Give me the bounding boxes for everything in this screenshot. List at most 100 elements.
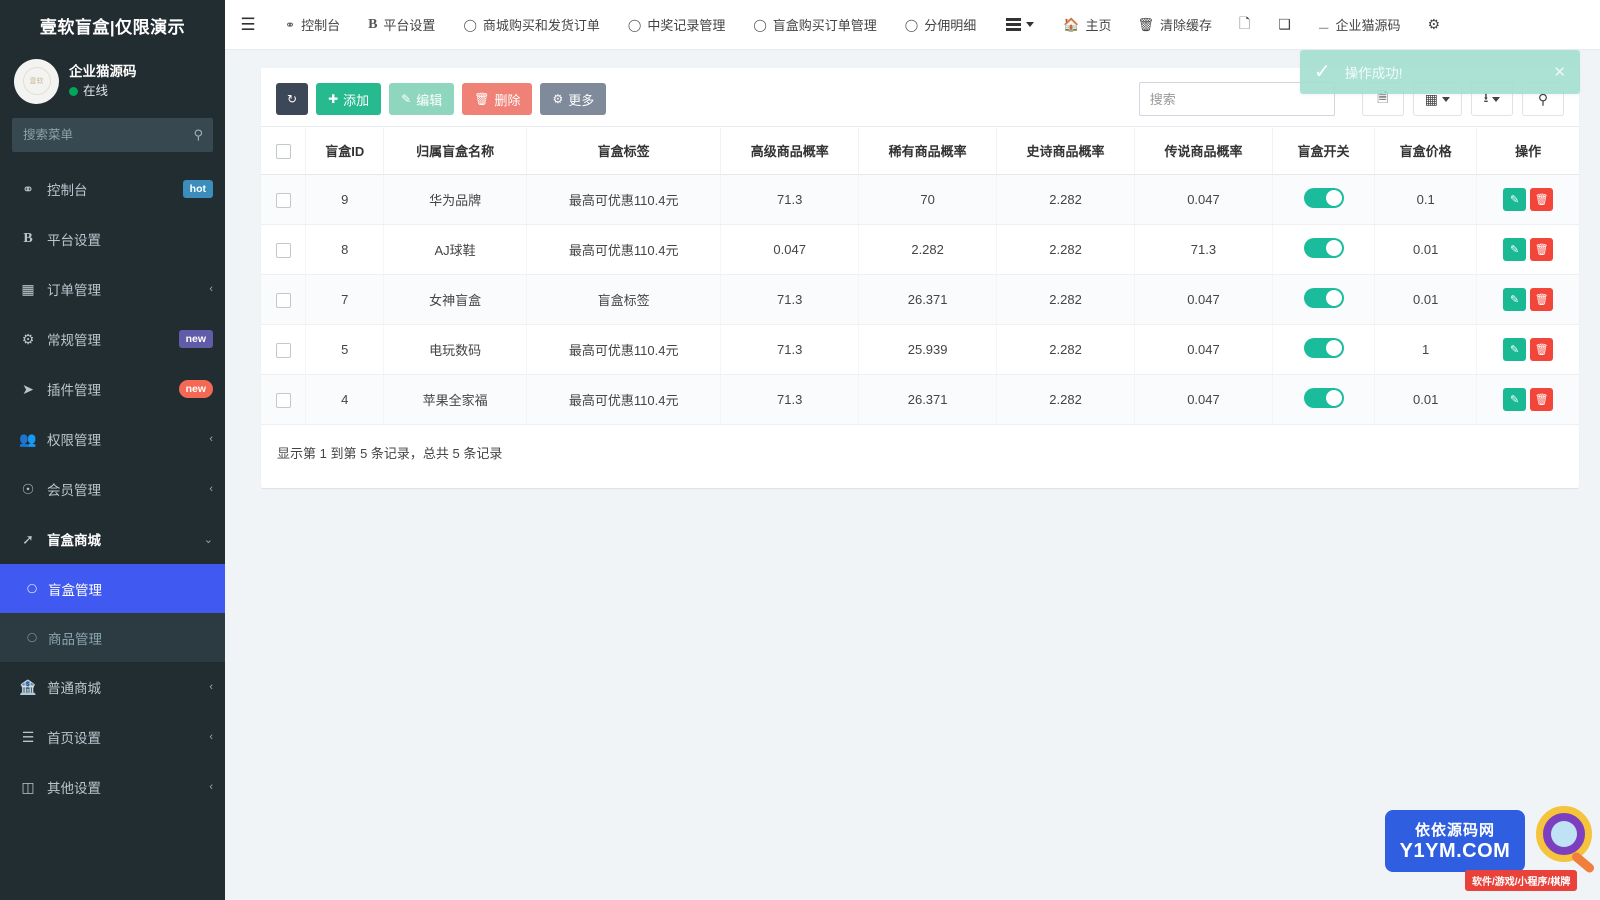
sidebar-item-label: 平台设置 (47, 233, 101, 248)
row-delete-button[interactable]: 🗑 (1530, 238, 1554, 261)
cell-select (261, 374, 307, 425)
b-icon: B (23, 231, 33, 246)
sidebar-item-blindbox-management[interactable]: ◯ 盲盒管理 (0, 564, 225, 613)
th-price[interactable]: 盲盒价格 (1374, 126, 1478, 175)
cell-actions: ✎ 🗑 (1476, 224, 1579, 275)
row-edit-button[interactable]: ✎ (1503, 288, 1527, 311)
row-delete-button[interactable]: 🗑 (1530, 388, 1554, 411)
th-tag[interactable]: 盲盒标签 (526, 126, 722, 175)
row-delete-button[interactable]: 🗑 (1530, 288, 1554, 311)
refresh-button[interactable]: ↻ (276, 83, 309, 115)
sidebar-item-homepage-settings[interactable]: ☰ 首页设置 ‹ (0, 712, 225, 762)
sidebar-item-label: 插件管理 (47, 383, 101, 398)
more-button[interactable]: ⚙ 更多 (540, 83, 607, 115)
row-checkbox[interactable] (275, 342, 291, 358)
tab-blindbox-orders[interactable]: ◯ 盲盒购买订单管理 (739, 0, 890, 50)
tab-mall-purchase-orders[interactable]: ◯ 商城购买和发货订单 (449, 0, 613, 50)
search-menu-input[interactable] (13, 119, 212, 151)
th-name[interactable]: 归属盲盒名称 (383, 126, 528, 175)
chevron-left-icon: ‹ (209, 731, 213, 743)
top-nav: ⚭ 控制台 B 平台设置 ◯ 商城购买和发货订单 ◯ 中奖记录管理 ◯ 盲盒购买… (271, 0, 990, 50)
table-row[interactable]: 7 女神盲盒 盲盒标签 71.3 26.371 2.282 0.047 0.01… (261, 274, 1579, 325)
table-header-row: 盲盒ID 归属盲盒名称 盲盒标签 高级商品概率 稀有商品概率 史诗商品概率 传说… (261, 126, 1579, 175)
cell-switch (1272, 174, 1376, 225)
gears-icon: ⚙ (21, 330, 35, 347)
magnifier-icon (1536, 806, 1592, 862)
cell-select (261, 224, 307, 275)
row-edit-button[interactable]: ✎ (1503, 388, 1527, 411)
row-checkbox[interactable] (275, 292, 291, 308)
row-edit-button[interactable]: ✎ (1503, 238, 1527, 261)
blindbox-toggle[interactable] (1303, 388, 1344, 408)
edit-button[interactable]: ✎ 编辑 (389, 83, 455, 115)
user-panel[interactable]: 壹软 企业猫源码 在线 (0, 50, 225, 112)
fullscreen-button[interactable]: ❑ (1264, 0, 1305, 50)
add-button[interactable]: ✚ 添加 (316, 83, 382, 115)
cell-price: 0.01 (1374, 274, 1478, 325)
row-checkbox[interactable] (275, 192, 291, 208)
sidebar-item-order-management[interactable]: ▦ 订单管理 ‹ (0, 264, 225, 314)
cell-advanced-prob: 71.3 (720, 274, 860, 325)
clear-cache-button[interactable]: 🗑 清除缓存 (1124, 0, 1225, 50)
sidebar-item-blindbox-mall[interactable]: ➚ 盲盒商城 ⌄ (0, 514, 225, 564)
sidebar-item-label: 订单管理 (47, 283, 101, 298)
user-menu-button[interactable]: ⚊ 企业猫源码 (1305, 0, 1414, 50)
sidebar-subitem-label: 盲盒管理 (48, 582, 102, 598)
blindbox-toggle[interactable] (1303, 188, 1344, 208)
cell-legend-prob: 0.047 (1134, 374, 1273, 425)
cell-tag: 最高可优惠110.4元 (526, 324, 722, 375)
blindbox-toggle[interactable] (1303, 288, 1344, 308)
blindbox-toggle[interactable] (1303, 338, 1344, 358)
close-icon[interactable]: ✕ (1553, 63, 1566, 81)
th-epic-prob[interactable]: 史诗商品概率 (996, 126, 1135, 175)
tab-winning-records[interactable]: ◯ 中奖记录管理 (614, 0, 739, 50)
settings-button[interactable]: ⚙ (1413, 0, 1454, 50)
tab-list-dropdown[interactable] (990, 0, 1050, 50)
th-advanced-prob[interactable]: 高级商品概率 (720, 126, 860, 175)
row-delete-button[interactable]: 🗑 (1530, 338, 1554, 361)
tab-platform-settings[interactable]: B 平台设置 (354, 0, 449, 50)
menu-search[interactable]: ⚲ (12, 118, 213, 152)
user-name: 企业猫源码 (69, 63, 137, 79)
select-all-checkbox[interactable] (275, 143, 291, 159)
rocket-icon: ➤ (22, 380, 34, 397)
home-button[interactable]: 🏠 主页 (1050, 0, 1124, 50)
tab-dashboard[interactable]: ⚭ 控制台 (271, 0, 354, 50)
trash-icon: 🗑 (1137, 16, 1154, 32)
table-row[interactable]: 8 AJ球鞋 最高可优惠110.4元 0.047 2.282 2.282 71.… (261, 224, 1579, 275)
th-switch[interactable]: 盲盒开关 (1272, 126, 1376, 175)
table-row[interactable]: 9 华为品牌 最高可优惠110.4元 71.3 70 2.282 0.047 0… (261, 174, 1579, 225)
bars-icon (1006, 18, 1022, 31)
sidebar-item-other-settings[interactable]: ◫ 其他设置 ‹ (0, 762, 225, 812)
copy-button[interactable]: 🗋 (1225, 0, 1264, 50)
row-checkbox[interactable] (275, 242, 291, 258)
tab-commission-details[interactable]: ◯ 分佣明细 (891, 0, 990, 50)
row-edit-button[interactable]: ✎ (1503, 338, 1527, 361)
th-legend-prob[interactable]: 传说商品概率 (1134, 126, 1273, 175)
row-checkbox[interactable] (275, 392, 291, 408)
sidebar-item-permission-management[interactable]: 👥 权限管理 ‹ (0, 414, 225, 464)
sidebar-item-normal-mall[interactable]: 🏦 普通商城 ‹ (0, 662, 225, 712)
sidebar-item-plugin-management[interactable]: ➤ 插件管理 new (0, 364, 225, 414)
search-icon[interactable]: ⚲ (193, 127, 203, 143)
sidebar-item-member-management[interactable]: ☉ 会员管理 ‹ (0, 464, 225, 514)
blindbox-toggle[interactable] (1303, 238, 1344, 258)
delete-button[interactable]: 🗑 删除 (462, 83, 533, 115)
cell-name: 苹果全家福 (383, 374, 528, 425)
sidebar-item-product-management[interactable]: ◯ 商品管理 (0, 613, 225, 662)
menu-toggle-button[interactable]: ☰ (225, 0, 271, 50)
sidebar-item-general-management[interactable]: ⚙ 常规管理 new (0, 314, 225, 364)
cell-id: 8 (305, 224, 385, 275)
sidebar-item-platform-settings[interactable]: B 平台设置 (0, 214, 225, 264)
row-delete-button[interactable]: 🗑 (1530, 188, 1554, 211)
th-id[interactable]: 盲盒ID (305, 126, 385, 175)
cell-rare-prob: 26.371 (858, 274, 998, 325)
cell-advanced-prob: 71.3 (720, 374, 860, 425)
sidebar-item-dashboard[interactable]: ⚭ 控制台 hot (0, 164, 225, 214)
table-row[interactable]: 4 苹果全家福 最高可优惠110.4元 71.3 26.371 2.282 0.… (261, 374, 1579, 425)
th-rare-prob[interactable]: 稀有商品概率 (858, 126, 998, 175)
cell-tag: 最高可优惠110.4元 (526, 174, 722, 225)
cell-legend-prob: 0.047 (1134, 324, 1273, 375)
table-row[interactable]: 5 电玩数码 最高可优惠110.4元 71.3 25.939 2.282 0.0… (261, 324, 1579, 375)
row-edit-button[interactable]: ✎ (1503, 188, 1527, 211)
